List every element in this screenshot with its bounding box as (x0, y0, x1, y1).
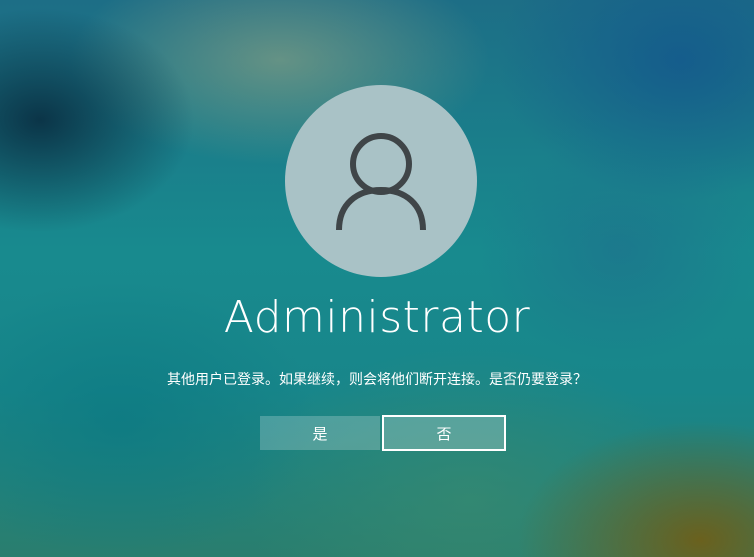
no-button[interactable]: 否 (382, 415, 506, 451)
user-name: Administrator (223, 292, 531, 343)
signin-warning-message: 其他用户已登录。如果继续，则会将他们断开连接。是否仍要登录？ (167, 372, 587, 388)
user-silhouette-icon (336, 133, 426, 231)
avatar (285, 85, 477, 277)
lock-screen-background (0, 0, 754, 557)
yes-button[interactable]: 是 (260, 416, 380, 450)
